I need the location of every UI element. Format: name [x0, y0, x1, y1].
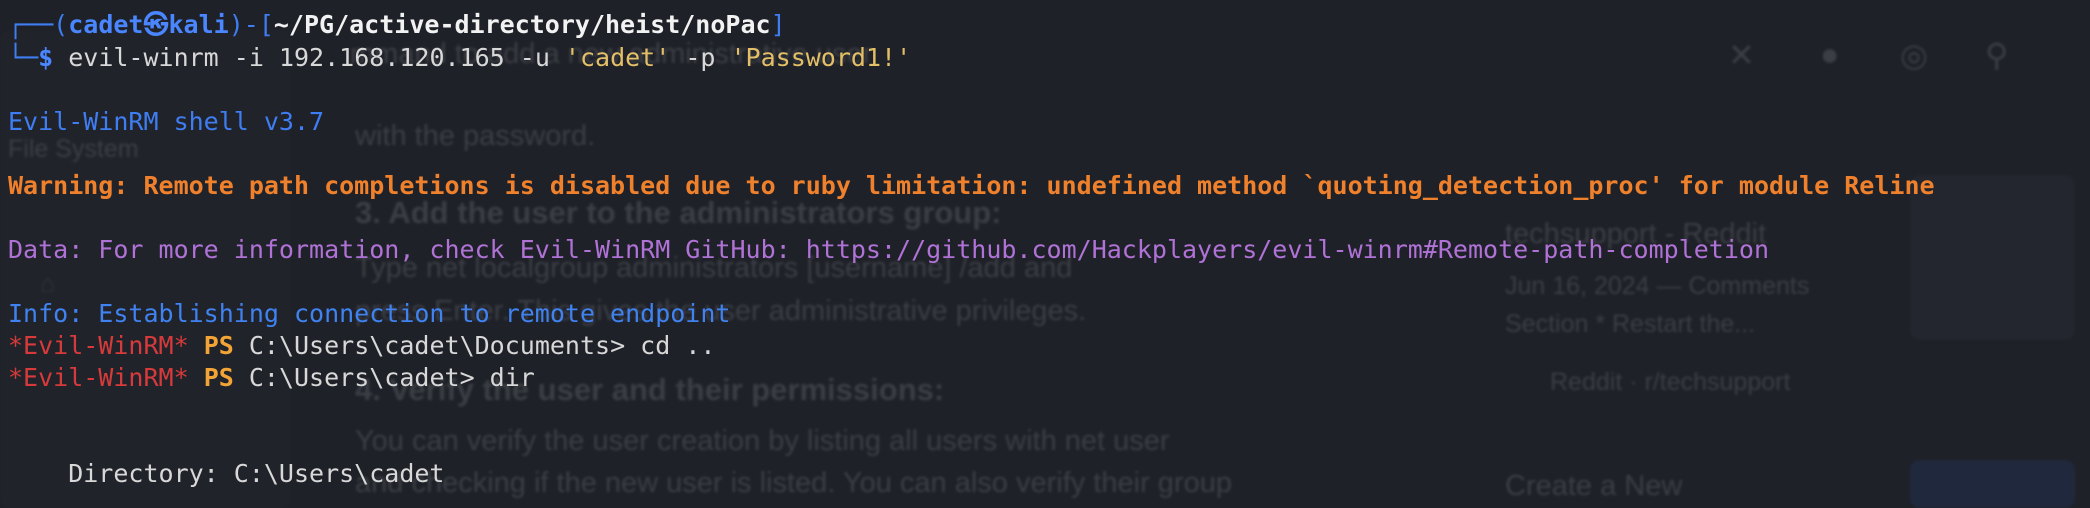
lens-icon: ◎ — [1900, 37, 1928, 73]
prompt-header-line: ┌──(cadet㉿kali)-[~/PG/active-directory/h… — [8, 10, 786, 40]
directory-line: Directory: C:\Users\cadet — [8, 459, 445, 488]
ps-path-command: C:\Users\cadet\Documents> cd .. — [233, 331, 716, 360]
bg-line5: and checking if the new user is listed. … — [355, 467, 1232, 499]
command-text: evil-winrm -i 192.168.120.165 -u — [53, 43, 565, 72]
command-pass-flag: -p — [670, 43, 731, 72]
close-icon: ✕ — [1728, 37, 1755, 73]
prompt-path: ~/PG/active-directory/heist/noPac — [273, 10, 771, 39]
ps-label: PS — [203, 331, 234, 360]
prompt-user: cadet — [68, 10, 144, 39]
ps-prompt-line[interactable]: *Evil-WinRM* PS C:\Users\cadet> dir — [8, 363, 535, 393]
bg-thumbnail2 — [1910, 460, 2075, 508]
bg-side-title2: Create a New — [1505, 470, 1683, 502]
reddit-thumbnail — [1910, 175, 2075, 340]
bg-side-source: Reddit · r/techsupport — [1550, 368, 1791, 396]
command-line[interactable]: └─$ evil-winrm -i 192.168.120.165 -u 'ca… — [8, 43, 911, 73]
prompt-frame-bottom: └─ — [8, 43, 39, 72]
bg-side-meta: Jun 16, 2024 — Comments — [1505, 272, 1810, 300]
prompt-dollar: $ — [38, 43, 54, 72]
prompt-frame-top: ┌──( — [8, 10, 69, 39]
evilwinrm-tag: *Evil-WinRM* — [8, 331, 189, 360]
command-pass-arg: 'Password1!' — [730, 43, 912, 72]
banner-line: Evil-WinRM shell v3.7 — [8, 107, 325, 136]
prompt-frame-end: ] — [770, 10, 786, 39]
terminal-window[interactable]: mmand to add a new administrative user ✕… — [0, 0, 2090, 508]
bg-left-label1: File System — [8, 135, 139, 163]
evilwinrm-tag: *Evil-WinRM* — [8, 363, 189, 392]
info-line: Info: Establishing connection to remote … — [8, 299, 731, 328]
ps-label: PS — [203, 363, 234, 392]
prompt-host: kali — [168, 10, 229, 39]
bg-line1: with the password. — [355, 120, 596, 152]
prompt-frame-mid: )-[ — [228, 10, 274, 39]
ps-path-command: C:\Users\cadet> dir — [233, 363, 535, 392]
bg-side-meta2: Section * Restart the... — [1505, 310, 1756, 338]
left-sidebar-shadow — [0, 30, 290, 508]
mic-icon: ● — [1820, 36, 1840, 72]
bg-line4: You can verify the user creation by list… — [355, 425, 1170, 457]
command-user-arg: 'cadet' — [564, 43, 671, 72]
prompt-at-symbol: ㉿ — [143, 10, 169, 39]
ps-prompt-line: *Evil-WinRM* PS C:\Users\cadet\Documents… — [8, 331, 715, 361]
search-icon: ⚲ — [1985, 37, 2009, 73]
data-line: Data: For more information, check Evil-W… — [8, 235, 1769, 264]
home-icon: ⌂ — [40, 270, 56, 298]
warning-line: Warning: Remote path completions is disa… — [8, 171, 1935, 200]
